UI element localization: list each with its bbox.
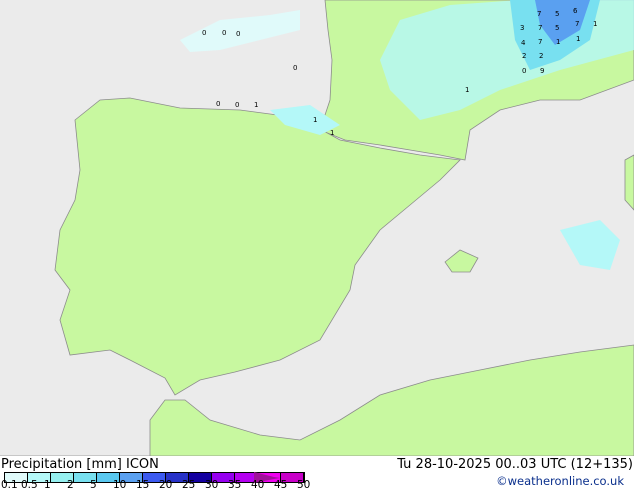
- svg-text:1: 1: [313, 116, 317, 124]
- svg-text:0: 0: [202, 29, 206, 37]
- svg-text:7: 7: [538, 24, 542, 32]
- svg-text:6: 6: [573, 7, 578, 15]
- svg-text:1: 1: [254, 101, 258, 109]
- svg-text:0: 0: [522, 67, 526, 75]
- legend-tick: 50: [297, 479, 311, 491]
- credit-link[interactable]: ©weatheronline.co.uk: [496, 474, 624, 488]
- svg-text:9: 9: [540, 67, 544, 75]
- legend-tick: 1: [44, 479, 51, 491]
- svg-text:3: 3: [520, 24, 524, 32]
- svg-text:4: 4: [521, 39, 526, 47]
- svg-text:5: 5: [555, 10, 559, 18]
- svg-text:0: 0: [216, 100, 220, 108]
- legend-tick: 35: [228, 479, 242, 491]
- sardinia-land: [624, 154, 634, 211]
- svg-text:7: 7: [538, 38, 542, 46]
- legend-tick: 40: [251, 479, 265, 491]
- precipitation-map: 0 0 0 0 0 1 0 1 1 7 5 6 7 1 7 5 3 1 4 7 …: [0, 0, 634, 456]
- legend-arrow: [254, 472, 280, 483]
- svg-text:0: 0: [222, 29, 226, 37]
- svg-text:0: 0: [236, 30, 240, 38]
- svg-text:2: 2: [539, 52, 543, 60]
- legend-tick: 2: [67, 479, 74, 491]
- svg-text:1: 1: [330, 129, 334, 137]
- legend-tick: 45: [274, 479, 288, 491]
- legend-tick: 25: [182, 479, 196, 491]
- svg-text:1: 1: [576, 35, 580, 43]
- svg-text:5: 5: [555, 24, 559, 32]
- svg-text:2: 2: [522, 52, 526, 60]
- legend-tick: 10: [113, 479, 127, 491]
- legend-tick: 0.1: [1, 479, 18, 491]
- map-title: Precipitation [mm] ICON: [1, 457, 159, 472]
- svg-text:0: 0: [235, 101, 239, 109]
- svg-text:1: 1: [593, 20, 597, 28]
- svg-text:7: 7: [575, 20, 579, 28]
- svg-text:1: 1: [465, 86, 469, 94]
- legend-tick: 5: [90, 479, 97, 491]
- svg-text:7: 7: [537, 10, 541, 18]
- svg-text:1: 1: [556, 38, 560, 46]
- legend-tick: 30: [205, 479, 219, 491]
- datetime: Tu 28-10-2025 00..03 UTC (12+135): [397, 457, 633, 472]
- legend-tick: 15: [136, 479, 150, 491]
- legend-tick: 20: [159, 479, 173, 491]
- legend-tick: 0.5: [21, 479, 38, 491]
- svg-text:0: 0: [293, 64, 297, 72]
